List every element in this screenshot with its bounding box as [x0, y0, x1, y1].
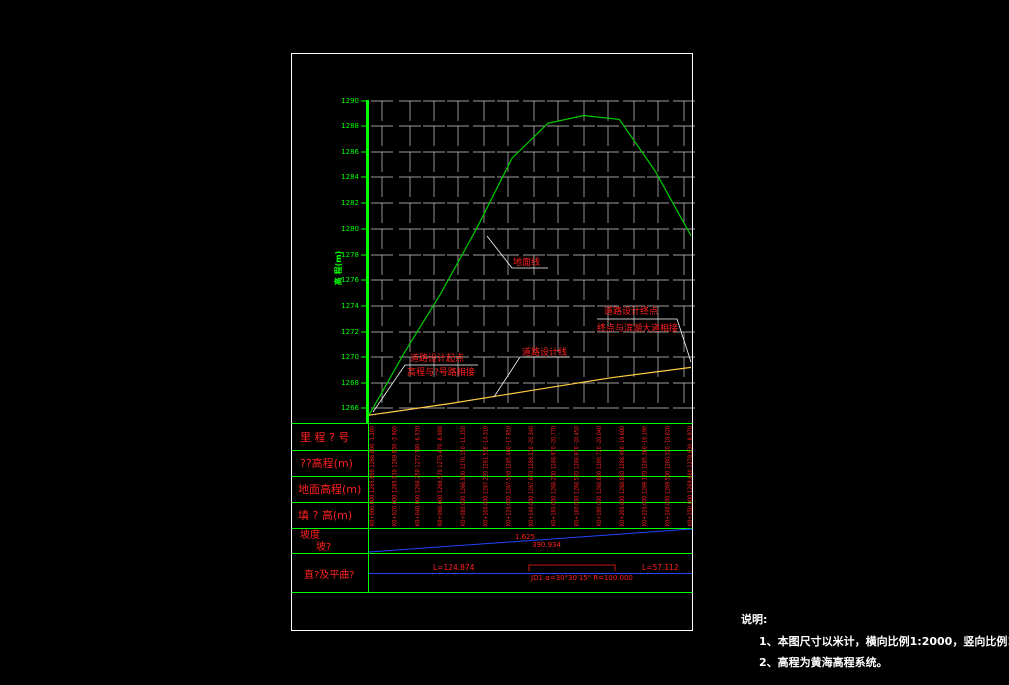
station-column: K0+000.000 1265.600 1266.800 -1.200	[368, 426, 376, 526]
elevation-tick-label: 1274	[341, 302, 359, 310]
station-column: K0+040.000 1266.250 1272.780 -6.530	[413, 426, 421, 526]
station-column: K0+240.000 1269.500 1280.320 -10.820	[663, 426, 671, 526]
curve-length-2: L=57.112	[642, 563, 679, 572]
curve-length-1: L=124.874	[433, 563, 475, 572]
notes-title: 说明:	[741, 613, 768, 626]
elevation-tick-label: 1268	[341, 379, 359, 387]
station-column: K0+060.000 1266.570 1275.470 -8.900	[436, 426, 444, 526]
table-columns: K0+000.000 1265.600 1266.800 -1.200 K0+02…	[368, 426, 694, 526]
row-label-design-elev: ??高程(m)	[300, 456, 353, 470]
profile-drawing: 1290 1288 1286 1284 1282 1280 1278 1276 1274 1272…	[291, 53, 695, 631]
station-column: K0+140.000 1267.870 1288.210 -20.340	[527, 426, 535, 526]
elevation-tick-label: 1282	[341, 199, 359, 207]
elevation-tick-label: 1286	[341, 148, 359, 156]
design-line-leader	[493, 356, 570, 398]
station-column: K0+250.000 1269.660 1278.630 -8.970	[686, 426, 694, 526]
elevation-tick-label: 1284	[341, 173, 359, 181]
row-label-slope-2: 坡?	[316, 540, 331, 553]
elevation-tick-label: 1278	[341, 251, 359, 259]
design-end-label-1: 道路设计终点	[604, 305, 658, 317]
design-start-label-1: 道路设计起点	[410, 352, 464, 364]
station-column: K0+190.000 1268.680 1288.720 -20.040	[595, 426, 603, 526]
notes-line-1: 1、本图尺寸以米计，横向比例1:2000，竖向比例1:200。	[759, 635, 1009, 648]
station-column: K0+200.000 1268.850 1288.450 -19.600	[618, 426, 626, 526]
slope-grade: 1.625	[515, 533, 535, 541]
ground-line-label: 地面线	[513, 256, 540, 268]
station-column: K0+180.000 1268.520 1288.970 -20.450	[572, 426, 580, 526]
elevation-tick-label: 1270	[341, 353, 359, 361]
curve-bracket	[528, 564, 616, 571]
elevation-tick-label: 1272	[341, 328, 359, 336]
elevation-ticks: 1290 1288 1286 1284 1282 1280 1278 1276 1274 1272…	[341, 97, 366, 412]
row-label-slope-1: 坡度	[300, 528, 320, 541]
drawing-notes: 说明: 1、本图尺寸以米计，横向比例1:2000，竖向比例1:200。 2、高程…	[741, 611, 1009, 675]
station-column: K0+220.000 1269.170 1285.360 -16.190	[641, 426, 649, 526]
station-column: K0+020.000 1265.930 1269.830 -3.900	[391, 426, 399, 526]
row-label-ground-elev: 地面高程(m)	[298, 482, 361, 496]
elevation-axis-label: 高 程(m)	[333, 251, 343, 285]
station-column: K0+100.000 1267.220 1281.530 -14.310	[482, 426, 490, 526]
elevation-tick-label: 1266	[341, 404, 359, 412]
elevation-tick-label: 1276	[341, 276, 359, 284]
curve-element: JD1 α=30°30'15" R=100.000	[530, 574, 633, 582]
elevation-tick-label: 1280	[341, 225, 359, 233]
data-table	[291, 423, 693, 593]
row-label-curve: 直?及平曲?	[304, 568, 355, 581]
notes-line-2: 2、高程为黄海高程系统。	[759, 656, 888, 669]
row-label-chainage: 里 程 ? 号	[300, 431, 349, 444]
row-label-fill-cut: 填 ? 高(m)	[298, 508, 352, 522]
sheet-border	[291, 53, 693, 631]
design-start-label-2: 高程与?号路相接	[407, 366, 475, 378]
elevation-tick-label: 1288	[341, 122, 359, 130]
design-end-label-2: 终点与滨湖大道相接	[597, 322, 678, 334]
slope-length: 390.934	[532, 541, 561, 549]
elevation-tick-label: 1290	[341, 97, 359, 105]
design-line-label: 道路设计线	[522, 346, 567, 358]
station-column: K0+120.000 1267.550 1285.400 -17.850	[504, 426, 512, 526]
station-column: K0+080.000 1266.900 1278.150 -11.250	[459, 426, 467, 526]
station-column: K0+160.000 1268.200 1288.970 -20.770	[550, 426, 558, 526]
